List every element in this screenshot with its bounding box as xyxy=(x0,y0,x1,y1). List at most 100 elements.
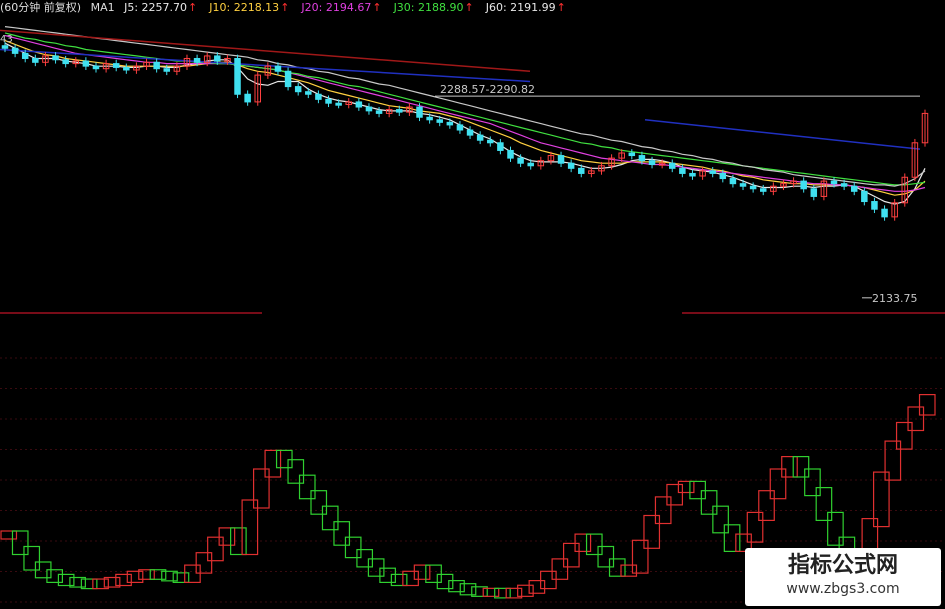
oscillator-bar xyxy=(643,514,661,549)
oscillator-bar xyxy=(700,490,718,515)
oscillator-bar xyxy=(482,587,500,597)
oscillator-bar xyxy=(654,496,672,525)
candle-body xyxy=(567,162,575,169)
candle-body xyxy=(527,162,534,167)
candle-body xyxy=(274,65,282,72)
candle-body xyxy=(861,190,868,203)
oscillator-bar xyxy=(528,579,546,594)
candle-body xyxy=(729,178,737,185)
oscillator-bar xyxy=(666,483,684,506)
oscillator-bar xyxy=(758,490,775,522)
ma-line xyxy=(4,26,926,187)
oscillator-bar xyxy=(723,524,741,552)
oscillator-bar xyxy=(804,468,821,497)
oscillator-bar xyxy=(792,456,810,478)
candle-body xyxy=(871,201,878,210)
ma-label: J30: 2188.90↑ xyxy=(393,1,474,14)
candle-body xyxy=(881,208,888,218)
up-arrow-icon: ↑ xyxy=(464,1,474,14)
candle-body xyxy=(52,55,59,61)
candle-body xyxy=(446,121,454,126)
oscillator-bar xyxy=(264,449,282,478)
candle-body xyxy=(375,110,383,114)
candle-body xyxy=(62,59,69,65)
oscillator-bar xyxy=(436,573,454,590)
ma-label: J20: 2194.67↑ xyxy=(301,1,382,14)
oscillator-bar xyxy=(23,545,41,571)
candle-body xyxy=(244,93,251,103)
oscillator-bar xyxy=(918,394,936,416)
oscillator-bar xyxy=(551,558,569,580)
candle-body xyxy=(1,45,9,49)
candle-body xyxy=(456,124,464,131)
oscillator-bar xyxy=(631,539,649,574)
candle-body xyxy=(32,57,39,63)
oscillator-bar xyxy=(895,421,913,450)
oscillator-bar xyxy=(356,548,374,568)
oscillator-bar xyxy=(620,564,638,577)
candle-body xyxy=(436,119,443,123)
candle-body xyxy=(507,149,514,159)
oscillator-bar xyxy=(390,573,408,587)
oscillator-bar xyxy=(827,511,844,546)
ma-values: J5: 2257.70↑ J10: 2218.13↑ J20: 2194.67↑ J3… xyxy=(124,1,578,14)
indicator-name: MA1 xyxy=(90,1,115,14)
ma-label: J5: 2257.70↑ xyxy=(124,1,198,14)
stock-chart: 2288.57-2290.82 2133.75 xyxy=(0,26,945,603)
candle-body xyxy=(628,152,636,157)
oscillator-bar xyxy=(448,579,465,593)
oscillator-bar xyxy=(218,527,236,546)
candle-body xyxy=(800,180,807,190)
candle-body xyxy=(669,162,676,169)
candle-body xyxy=(21,52,29,59)
oscillator-bar xyxy=(517,584,534,597)
oscillator-bar xyxy=(184,564,201,583)
oscillator-bar xyxy=(367,558,385,577)
ma-label: J60: 2191.99↑ xyxy=(485,1,566,14)
price-range-label: 2288.57-2290.82 xyxy=(440,83,535,96)
candle-body xyxy=(810,188,818,197)
oscillator-bar xyxy=(344,536,362,559)
candle-body xyxy=(355,101,363,108)
oscillator-bar xyxy=(608,558,626,577)
oscillator-bar xyxy=(689,480,706,500)
oscillator-bar xyxy=(574,533,592,552)
candle-body xyxy=(517,157,524,164)
candle-body xyxy=(153,61,160,70)
watermark-badge: 指标公式网 www.zbgs3.com xyxy=(745,548,941,606)
ma-line xyxy=(4,40,926,196)
candle-body xyxy=(830,180,838,185)
oscillator-bar xyxy=(0,530,18,540)
candle-body xyxy=(638,155,646,162)
watermark-title: 指标公式网 xyxy=(787,553,898,578)
candlesticks xyxy=(1,41,929,221)
candle-body xyxy=(850,185,858,192)
candle-body xyxy=(749,185,757,190)
candle-body xyxy=(416,106,423,118)
oscillator-bar xyxy=(597,545,615,568)
candle-body xyxy=(193,57,201,63)
candle-body xyxy=(234,57,241,95)
candle-body xyxy=(679,167,686,174)
oscillator-bar xyxy=(115,573,132,587)
candle-body xyxy=(92,65,100,70)
candle-body xyxy=(335,102,342,106)
up-arrow-icon: ↑ xyxy=(188,1,198,14)
candle-body xyxy=(487,139,494,144)
long-ma-line xyxy=(0,48,921,150)
ma-label: J10: 2218.13↑ xyxy=(209,1,290,14)
candle-body xyxy=(840,183,848,187)
price-axis-tick: 43 xyxy=(0,34,13,45)
candle-body xyxy=(476,134,484,141)
candle-body xyxy=(396,109,403,113)
oscillator-bar xyxy=(402,570,419,587)
candle-body xyxy=(82,60,90,67)
candle-body xyxy=(123,66,130,71)
candle-body xyxy=(11,47,19,54)
oscillator-bar xyxy=(884,440,902,481)
watermark-url: www.zbgs3.com xyxy=(786,581,900,597)
candle-body xyxy=(759,188,767,192)
oscillator-bar xyxy=(333,521,351,546)
oscillator-bar xyxy=(677,480,695,494)
oscillator-bar xyxy=(195,552,213,574)
